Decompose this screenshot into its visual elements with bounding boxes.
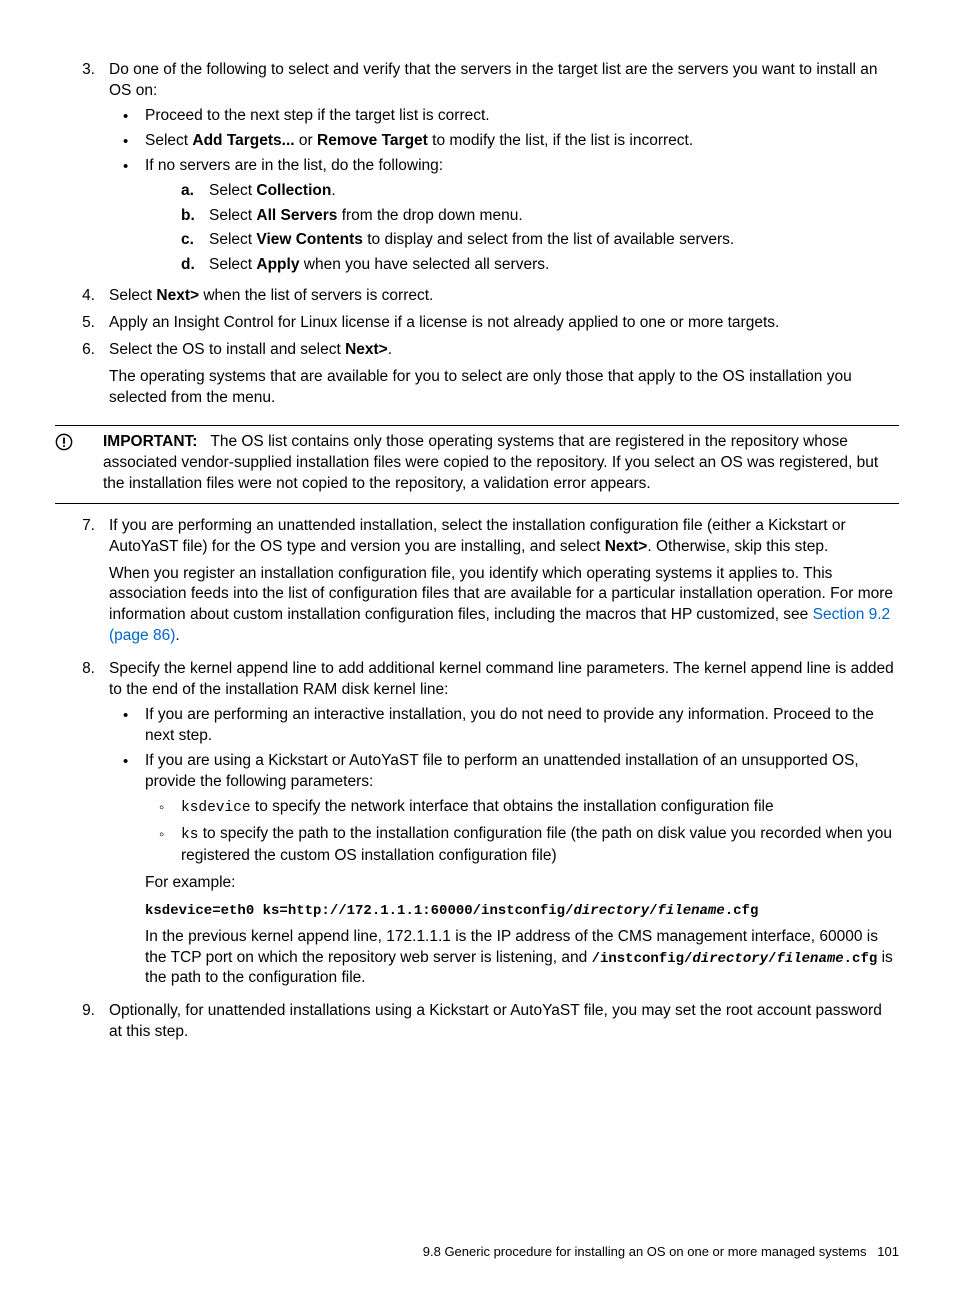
- for-example: For example:: [145, 873, 899, 894]
- important-text: The OS list contains only those operatin…: [103, 433, 878, 492]
- step-number: 3.: [55, 60, 109, 280]
- step-number: 6.: [55, 340, 109, 415]
- page-number: 101: [877, 1244, 899, 1259]
- step-number: 9.: [55, 1001, 109, 1043]
- step-number: 8.: [55, 659, 109, 995]
- step-6-para: The operating systems that are available…: [109, 367, 899, 409]
- alpha-item: c.Select View Contents to display and se…: [181, 230, 899, 251]
- example-code: ksdevice=eth0 ks=http://172.1.1.1:60000/…: [145, 900, 899, 921]
- circle-list: ksdevice to specify the network interfac…: [145, 797, 899, 867]
- example-explain: In the previous kernel append line, 172.…: [145, 927, 899, 990]
- step-9: 9. Optionally, for unattended installati…: [55, 1001, 899, 1043]
- step-5: 5. Apply an Insight Control for Linux li…: [55, 313, 899, 334]
- alpha-list: a.Select Collection. b.Select All Server…: [181, 181, 899, 277]
- important-label: IMPORTANT:: [103, 433, 197, 450]
- step-number: 5.: [55, 313, 109, 334]
- step-3: 3. Do one of the following to select and…: [55, 60, 899, 280]
- step-7: 7. If you are performing an unattended i…: [55, 516, 899, 654]
- step-8: 8. Specify the kernel append line to add…: [55, 659, 899, 995]
- important-icon: [55, 432, 103, 495]
- bullet-item: Select Add Targets... or Remove Target t…: [109, 131, 899, 152]
- step-6: 6. Select the OS to install and select N…: [55, 340, 899, 415]
- circle-item: ksdevice to specify the network interfac…: [145, 797, 899, 819]
- step-number: 4.: [55, 286, 109, 307]
- bullet-item: Proceed to the next step if the target l…: [109, 106, 899, 127]
- important-box: IMPORTANT: The OS list contains only tho…: [55, 425, 899, 504]
- bullet-item: If you are performing an interactive ins…: [109, 705, 899, 747]
- alpha-item: d.Select Apply when you have selected al…: [181, 255, 899, 276]
- step-3-bullets: Proceed to the next step if the target l…: [109, 106, 899, 276]
- step-8-bullets: If you are performing an interactive ins…: [109, 705, 899, 989]
- step-7-para: When you register an installation config…: [109, 564, 899, 648]
- page-footer: 9.8 Generic procedure for installing an …: [55, 1243, 899, 1261]
- circle-item: ks to specify the path to the installati…: [145, 824, 899, 866]
- main-list-cont: 7. If you are performing an unattended i…: [55, 516, 899, 1044]
- footer-text: 9.8 Generic procedure for installing an …: [423, 1244, 867, 1259]
- step-number: 7.: [55, 516, 109, 654]
- alpha-item: a.Select Collection.: [181, 181, 899, 202]
- step-4: 4. Select Next> when the list of servers…: [55, 286, 899, 307]
- main-list: 3. Do one of the following to select and…: [55, 60, 899, 415]
- step-text: Do one of the following to select and ve…: [109, 61, 878, 99]
- alpha-item: b.Select All Servers from the drop down …: [181, 206, 899, 227]
- bullet-item: If no servers are in the list, do the fo…: [109, 156, 899, 277]
- bullet-item: If you are using a Kickstart or AutoYaST…: [109, 751, 899, 990]
